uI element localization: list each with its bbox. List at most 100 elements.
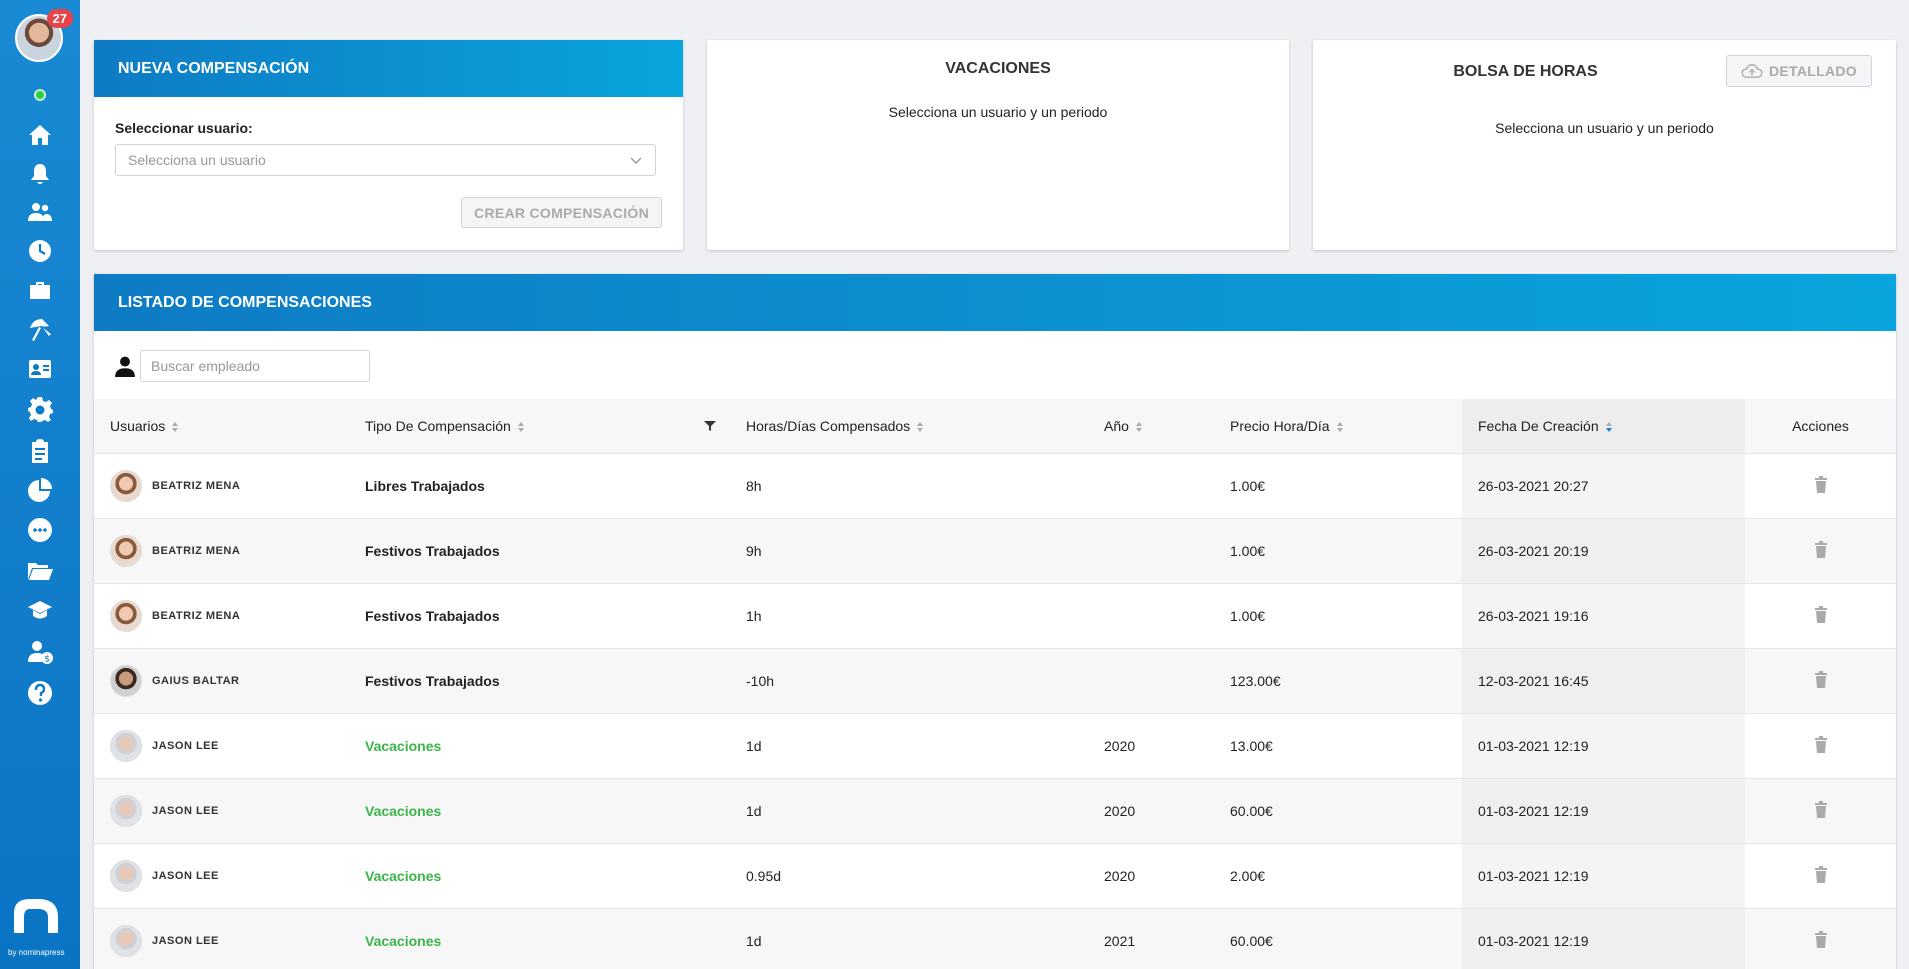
detail-button[interactable]: DETALLADO [1726,55,1872,87]
clock-icon [29,240,51,262]
user-cell: JASON LEE [110,729,349,762]
cell-created-date: 26-03-2021 20:27 [1462,453,1745,519]
briefcase-icon [30,282,50,299]
avatar [110,534,142,567]
cell-user: JASON LEE [94,908,349,969]
sidebar-item-home[interactable] [24,120,56,150]
cell-price: 60.00€ [1214,778,1462,844]
sidebar-item-clipboard[interactable] [24,436,56,466]
table-row: JASON LEE Vacaciones 1d 2020 60.00€ 01-03-202… [94,778,1896,844]
sidebar-item-briefcase[interactable] [24,275,56,305]
brand-caption: by nominapress [8,948,65,957]
sidebar-item-chat[interactable] [24,515,56,545]
id-card-icon [29,360,51,378]
user-name: GAIUS BALTAR [152,674,240,687]
bell-icon [31,164,49,184]
trash-icon[interactable] [1814,930,1828,948]
cell-actions [1745,908,1896,969]
user-icon [115,356,135,377]
sort-icon [517,422,524,433]
col-type[interactable]: Tipo De Compensación [349,399,730,454]
col-price-label: Precio Hora/Día [1230,417,1330,434]
sidebar-item-graduation[interactable] [24,595,56,625]
user-money-icon: $ [28,641,53,665]
cell-price: 1.00€ [1214,453,1462,519]
cell-created-date: 26-03-2021 20:19 [1462,518,1745,584]
sidebar-item-umbrella[interactable] [24,314,56,344]
sort-icon [172,422,179,433]
filter-icon[interactable] [704,420,716,432]
table-row: JASON LEE Vacaciones 1d 2020 13.00€ 01-03-202… [94,713,1896,779]
clipboard-icon [32,439,48,463]
sidebar-item-bell[interactable] [24,160,56,190]
cell-type: Vacaciones [349,778,730,844]
trash-icon[interactable] [1814,475,1828,493]
col-amount[interactable]: Horas/Días Compensados [730,399,1088,454]
sidebar-item-users[interactable] [24,197,56,227]
cell-price: 13.00€ [1214,713,1462,779]
trash-icon[interactable] [1814,670,1828,688]
col-created-date[interactable]: Fecha De Creación [1462,399,1745,454]
cell-amount: 1d [730,778,1088,844]
sidebar-item-folder[interactable] [24,556,56,586]
sort-icon [1135,422,1142,433]
cell-amount: 8h [730,453,1088,519]
cell-amount: 1d [730,713,1088,779]
sidebar-item-gear[interactable] [24,394,56,424]
home-icon [29,125,51,145]
graduation-icon [28,601,52,619]
compensation-type: Festivos Trabajados [365,542,500,559]
col-users[interactable]: Usuarios [94,399,349,454]
cell-actions [1745,583,1896,649]
cell-year: 2020 [1088,713,1214,779]
trash-icon[interactable] [1814,865,1828,883]
col-type-label: Tipo De Compensación [365,417,511,434]
user-cell: BEATRIZ MENA [110,534,349,567]
col-actions: Acciones [1745,399,1896,454]
sidebar-item-pie-chart[interactable] [24,475,56,505]
sidebar-item-clock[interactable] [24,236,56,266]
col-year-label: Año [1104,417,1129,434]
cell-user: JASON LEE [94,843,349,909]
cell-year [1088,648,1214,714]
hours-bank-message: Selecciona un usuario y un periodo [1495,120,1714,136]
trash-icon[interactable] [1814,800,1828,818]
trash-icon[interactable] [1814,605,1828,623]
sidebar-item-user-money[interactable]: $ [24,637,56,667]
cell-year [1088,453,1214,519]
avatar [110,599,142,632]
cell-year [1088,583,1214,649]
user-cell: JASON LEE [110,859,349,892]
new-compensation-card: NUEVA COMPENSACIÓN Seleccionar usuario: … [94,40,683,250]
table-row: JASON LEE Vacaciones 0.95d 2020 2.00€ 01-03-2… [94,843,1896,909]
col-price[interactable]: Precio Hora/Día [1214,399,1462,454]
search-placeholder: Buscar empleado [151,358,260,374]
cell-type: Festivos Trabajados [349,583,730,649]
col-amount-label: Horas/Días Compensados [746,417,911,434]
vacation-message: Selecciona un usuario y un periodo [888,104,1108,120]
sidebar-item-id-card[interactable] [24,354,56,384]
avatar [110,664,142,697]
sidebar-item-help[interactable] [24,678,56,708]
cell-created-date: 26-03-2021 19:16 [1462,583,1745,649]
trash-icon[interactable] [1814,540,1828,558]
table-row: JASON LEE Vacaciones 1d 2021 60.00€ 01-03-202… [94,908,1896,969]
cell-user: BEATRIZ MENA [94,518,349,584]
col-year[interactable]: Año [1088,399,1214,454]
cell-type: Festivos Trabajados [349,518,730,584]
chat-icon [28,518,52,542]
folder-icon [28,563,53,580]
search-employee-input[interactable]: Buscar empleado [140,350,370,382]
sort-icon [1336,422,1343,433]
user-cell: GAIUS BALTAR [110,664,349,697]
compensations-list-card: LISTADO DE COMPENSACIONES Buscar emplead… [94,274,1896,969]
user-select[interactable]: Selecciona un usuario [115,144,656,176]
sidebar: 27 $ by nominapress [0,0,80,969]
current-user-avatar[interactable]: 27 [15,9,73,62]
create-compensation-button[interactable]: CREAR COMPENSACIÓN [461,197,662,228]
trash-icon[interactable] [1814,735,1828,753]
cell-amount: 1d [730,908,1088,969]
user-select-placeholder: Selecciona un usuario [128,152,266,168]
chevron-down-icon [630,157,642,164]
cell-user: GAIUS BALTAR [94,648,349,714]
